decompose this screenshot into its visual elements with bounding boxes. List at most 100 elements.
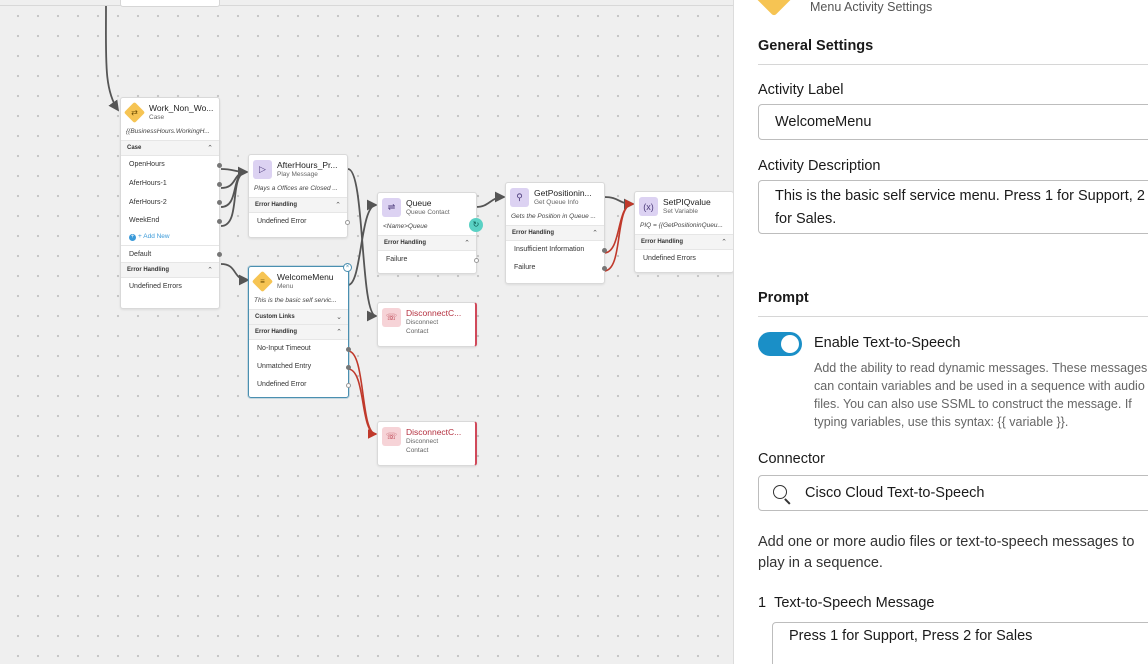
node-header: ☏ DisconnectC... Disconnect Contact: [378, 422, 475, 454]
case-row-openhours: OpenHours: [121, 156, 222, 175]
wire-welcome-out: [347, 199, 378, 286]
node-afterhours-play-message[interactable]: ▷ AfterHours_Pr... Play Message Plays a …: [248, 154, 350, 238]
output-port[interactable]: [217, 181, 222, 187]
flow-canvas[interactable]: ⇄ Work_Non_Wo... Case {{BusinessHours.Wo…: [0, 0, 734, 664]
variable-icon: (x): [639, 197, 658, 216]
chevron-up-icon: ⌃: [335, 202, 341, 209]
tts-message-textarea[interactable]: Press 1 for Support, Press 2 for Sales: [772, 622, 1148, 664]
error-row-undefined: Undefined Error: [249, 376, 351, 394]
offscreen-node-stub[interactable]: [120, 0, 220, 7]
wire-aferhours2: [220, 171, 248, 208]
chevron-up-icon: ⌃: [464, 240, 470, 247]
output-port[interactable]: [602, 247, 607, 253]
enable-tts-help-text: Add the ability to read dynamic messages…: [814, 361, 1148, 429]
node-type: Set Variable: [663, 208, 698, 215]
wire-default: [220, 263, 250, 286]
panel-header-title: Menu Activity Settings: [810, 0, 933, 14]
canvas-top-border: [0, 0, 733, 6]
node-type: Disconnect: [406, 319, 439, 326]
node-description: PIQ = {{GetPositioninQueu...: [635, 220, 733, 235]
share-branch-icon: ⇄: [125, 103, 144, 122]
node-type: Queue Contact: [406, 209, 450, 216]
close-icon[interactable]: ×: [343, 263, 352, 272]
node-welcome-menu[interactable]: × ≡ WelcomeMenu Menu This is the basic s…: [248, 263, 352, 398]
error-row-no-input-timeout: No-Input Timeout: [249, 340, 351, 358]
chevron-up-icon: ⌃: [207, 267, 213, 275]
node-title: Work_Non_Wo...: [149, 103, 214, 113]
node-description: Plays a Offices are Closed ...: [249, 183, 347, 198]
node-title: DisconnectC...: [406, 427, 462, 437]
output-port[interactable]: [345, 219, 350, 225]
node-title: Queue: [406, 198, 432, 208]
node-section-error-handling[interactable]: Error Handling ⌃: [121, 263, 219, 279]
activity-label-input[interactable]: WelcomeMenu: [758, 104, 1148, 140]
event-flow-icon[interactable]: ↻: [469, 218, 483, 232]
wire-aferhours1: [220, 171, 248, 189]
node-description: Gets the Position in Queue ...: [506, 211, 604, 226]
node-section-error-handling[interactable]: Error Handling ⌃: [506, 226, 604, 241]
list-icon: ≡: [253, 272, 272, 291]
enable-tts-label: Enable Text-to-Speech: [814, 335, 961, 351]
shuffle-icon: ⇌: [382, 198, 401, 217]
play-icon: ▷: [253, 160, 272, 179]
node-type: Case: [149, 114, 165, 121]
chevron-up-icon: ⌃: [336, 329, 342, 336]
add-new-case-link[interactable]: + + Add New: [121, 231, 219, 245]
node-queue-contact[interactable]: ⇌ Queue Queue Contact <Name>Queue Error …: [377, 192, 479, 274]
output-port[interactable]: [217, 200, 222, 206]
node-section-case[interactable]: Case ⌃: [121, 141, 219, 156]
node-header: (x) SetPIQvalue Set Variable: [635, 192, 733, 220]
wire-afterhours-out: [347, 168, 378, 322]
general-settings-title: General Settings: [758, 38, 874, 54]
wire-getpos-insufficient: [603, 203, 634, 254]
node-section-error-handling[interactable]: Error Handling ⌃: [249, 198, 347, 213]
activity-description-label: Activity Description: [758, 158, 881, 174]
chevron-up-icon: ⌃: [592, 230, 598, 237]
phone-hangup-icon: ☏: [382, 427, 401, 446]
connector-search-input[interactable]: Cisco Cloud Text-to-Speech: [758, 475, 1148, 511]
node-description: {{BusinessHours.WorkingH...: [121, 126, 219, 141]
node-type: Get Queue Info: [534, 199, 579, 206]
wire-queue-out: [475, 191, 506, 208]
node-section-error-handling[interactable]: Error Handling ⌃: [249, 325, 348, 340]
activity-label-label: Activity Label: [758, 82, 844, 98]
chevron-down-icon: ⌄: [336, 314, 342, 321]
node-get-queue-info[interactable]: ⚲ GetPositionin... Get Queue Info Gets t…: [505, 182, 607, 284]
output-port[interactable]: [217, 219, 222, 225]
error-row-undefined: Undefined Errors: [129, 283, 182, 291]
node-case[interactable]: ⇄ Work_Non_Wo... Case {{BusinessHours.Wo…: [120, 97, 222, 309]
node-title: DisconnectC...: [406, 308, 462, 318]
chevron-up-icon: ⌃: [207, 145, 213, 152]
node-section-error-handling[interactable]: Error Handling ⌃: [635, 235, 733, 250]
error-row-insufficient-information: Insufficient Information: [506, 241, 607, 259]
enable-tts-toggle[interactable]: [758, 332, 802, 356]
output-port[interactable]: [217, 162, 222, 168]
output-port[interactable]: [217, 251, 222, 257]
error-row-undefined: Undefined Errors: [643, 255, 696, 262]
output-port[interactable]: [602, 265, 607, 271]
output-port[interactable]: [474, 257, 479, 263]
node-description: <Name>Queue: [378, 221, 476, 236]
node-type: Disconnect: [406, 438, 439, 445]
wire-getpos-out: [603, 196, 635, 210]
plus-icon: +: [129, 234, 136, 242]
node-disconnect-contact-1[interactable]: ☏ DisconnectC... Disconnect Contact: [377, 302, 477, 347]
node-title: AfterHours_Pr...: [277, 160, 338, 170]
search-icon: ⚲: [510, 188, 529, 207]
node-type-line2: Contact: [406, 328, 429, 335]
node-section-error-handling[interactable]: Error Handling ⌃: [378, 236, 476, 251]
node-set-variable[interactable]: (x) SetPIQvalue Set Variable PIQ = {{Get…: [634, 191, 733, 273]
activity-description-textarea[interactable]: This is the basic self service menu. Pre…: [758, 180, 1148, 234]
node-section-custom-links[interactable]: Custom Links ⌄: [249, 310, 348, 325]
output-port[interactable]: [346, 346, 351, 352]
case-row-default: Default: [121, 245, 222, 264]
search-icon: [773, 485, 787, 499]
node-disconnect-contact-2[interactable]: ☏ DisconnectC... Disconnect Contact: [377, 421, 477, 466]
menu-activity-icon: [755, 0, 795, 15]
output-port[interactable]: [346, 364, 351, 370]
tts-message-title: 1 Text-to-Speech Message: [758, 595, 934, 611]
wire-welcome-noinput: [347, 350, 377, 435]
output-port[interactable]: [346, 382, 351, 388]
node-header: ⇄ Work_Non_Wo... Case: [121, 98, 219, 126]
case-row-aferhours1: AferHours-1: [121, 175, 222, 194]
